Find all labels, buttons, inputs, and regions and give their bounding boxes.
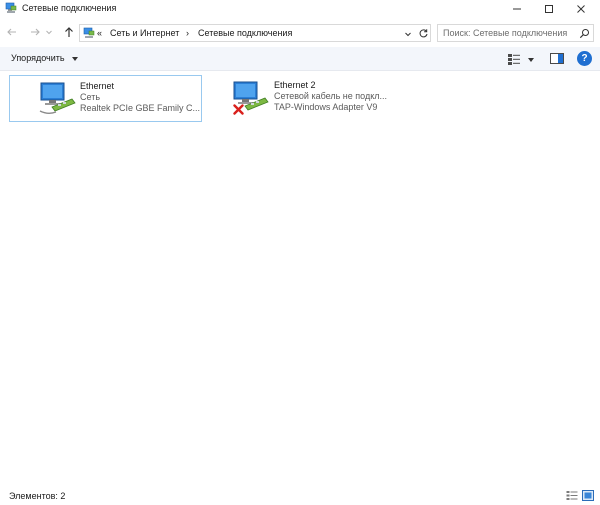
maximize-icon: [545, 4, 553, 13]
view-options-caret-icon[interactable]: [528, 58, 534, 62]
network-adapter-icon: [39, 82, 76, 114]
details-view-icon[interactable]: [566, 490, 578, 501]
help-button[interactable]: ?: [577, 51, 592, 66]
organize-button[interactable]: Упорядочить: [11, 53, 65, 63]
preview-pane-icon[interactable]: [550, 52, 564, 65]
connection-item-ethernet-2[interactable]: Ethernet 2 Сетевой кабель не подкл... TA…: [225, 75, 418, 122]
chevron-down-icon: [46, 30, 52, 35]
network-connections-icon: [5, 2, 17, 13]
minimize-button[interactable]: [500, 0, 534, 17]
breadcrumb-item[interactable]: Сетевые подключения: [198, 28, 292, 38]
caret-down-icon: [72, 57, 78, 61]
connection-status: Сеть: [80, 92, 101, 102]
status-bar: Элементов: 2: [0, 485, 600, 505]
change-view-icon[interactable]: [507, 52, 521, 66]
refresh-icon: [419, 28, 427, 37]
network-connections-icon: [83, 27, 95, 38]
connection-details: Ethernet Сеть Realtek PCIe GBE Family C.…: [80, 81, 202, 114]
back-button[interactable]: [5, 25, 19, 39]
close-button[interactable]: [564, 0, 598, 17]
search-icon: [579, 29, 589, 39]
connection-device: TAP-Windows Adapter V9: [274, 102, 378, 112]
connection-name: Ethernet 2: [274, 80, 316, 90]
close-icon: [577, 4, 585, 13]
item-count: Элементов: 2: [9, 491, 66, 501]
window-title: Сетевые подключения: [22, 3, 117, 13]
breadcrumb-overflow[interactable]: «: [97, 28, 102, 38]
refresh-button[interactable]: [417, 27, 429, 39]
connection-device: Realtek PCIe GBE Family C...: [80, 103, 201, 113]
breadcrumb-separator[interactable]: ›: [186, 28, 189, 38]
forward-button[interactable]: [28, 25, 42, 39]
arrow-left-icon: [7, 28, 16, 36]
connection-item-ethernet[interactable]: Ethernet Сеть Realtek PCIe GBE Family C.…: [9, 75, 202, 122]
maximize-button[interactable]: [532, 0, 566, 17]
search-placeholder: Поиск: Сетевые подключения: [443, 28, 568, 38]
connection-details: Ethernet 2 Сетевой кабель не подкл... TA…: [274, 80, 396, 113]
up-button[interactable]: [62, 25, 76, 39]
command-bar: Упорядочить ?: [0, 47, 600, 71]
connections-list: Ethernet Сеть Realtek PCIe GBE Family C.…: [0, 72, 600, 482]
address-bar[interactable]: « Сеть и Интернет › Сетевые подключения: [79, 24, 431, 42]
connection-status: Сетевой кабель не подкл...: [274, 91, 387, 101]
search-input[interactable]: Поиск: Сетевые подключения: [437, 24, 594, 42]
breadcrumb-item[interactable]: Сеть и Интернет: [110, 28, 179, 38]
title-bar: Сетевые подключения: [0, 0, 600, 17]
chevron-down-icon: [405, 32, 411, 37]
arrow-right-icon: [31, 28, 40, 36]
minimize-icon: [513, 8, 521, 9]
address-history-button[interactable]: [403, 28, 413, 40]
large-icons-view-icon[interactable]: [582, 490, 594, 501]
navigation-row: « Сеть и Интернет › Сетевые подключения …: [0, 20, 600, 46]
disconnected-x-icon: [233, 104, 244, 115]
recent-locations-button[interactable]: [44, 25, 54, 39]
connection-name: Ethernet: [80, 81, 115, 91]
arrow-up-icon: [65, 27, 73, 37]
